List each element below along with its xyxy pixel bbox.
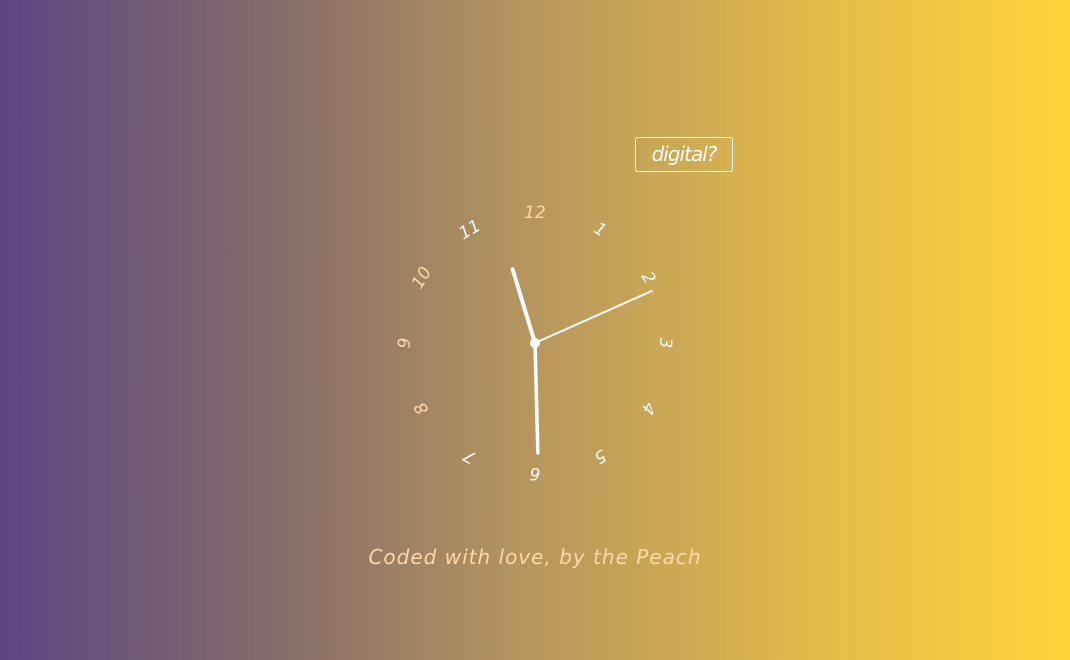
digital-toggle-button[interactable]: digital? [635,137,733,172]
clock-numeral-10: 10 [408,263,437,293]
clock-numeral-11: 11 [455,216,485,245]
clock-numeral-9: 9 [395,337,415,349]
clock-numeral-8: 8 [411,398,434,418]
clock-numeral-5: 5 [590,444,610,467]
clock-numeral-6: 6 [529,463,541,483]
footer-credit: Coded with love, by the Peach [368,545,702,569]
clock-numeral-7: 7 [460,444,480,467]
clock-center-pin [530,338,540,348]
hour-hand [533,341,540,455]
second-hand [534,289,653,344]
minute-hand [510,267,537,345]
clock-numeral-2: 2 [636,268,659,288]
clock-numeral-12: 12 [524,203,546,223]
clock-numeral-1: 1 [590,219,610,242]
clock-numeral-4: 4 [636,398,659,418]
clock-numeral-3: 3 [655,337,675,349]
